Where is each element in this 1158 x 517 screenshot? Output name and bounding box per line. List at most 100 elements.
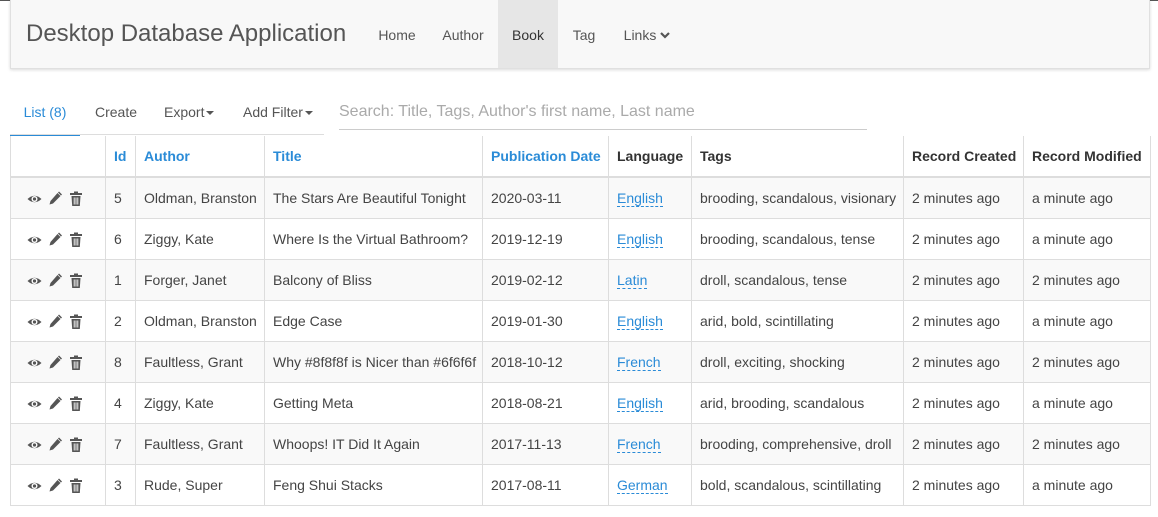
cell-id: 6 bbox=[105, 218, 136, 260]
language-link[interactable]: German bbox=[617, 477, 668, 494]
table-row: 1 Forger, Janet Balcony of Bliss 2019-02… bbox=[10, 259, 1151, 301]
pencil-icon[interactable] bbox=[48, 273, 65, 289]
language-link[interactable]: French bbox=[617, 436, 661, 453]
pencil-icon[interactable] bbox=[48, 232, 65, 248]
pencil-icon[interactable] bbox=[48, 191, 65, 207]
cell-title: Whoops! IT Did It Again bbox=[264, 423, 483, 465]
eye-icon[interactable] bbox=[27, 355, 44, 371]
caret-down-icon bbox=[206, 111, 215, 115]
trash-icon[interactable] bbox=[69, 478, 86, 494]
cell-language: English bbox=[608, 382, 692, 424]
cell-record-modified: 2 minutes ago bbox=[1023, 341, 1151, 383]
tab-list[interactable]: List (8) bbox=[10, 96, 80, 136]
cell-publication-date: 2019-02-12 bbox=[482, 259, 609, 301]
pencil-icon[interactable] bbox=[48, 437, 65, 453]
pencil-icon[interactable] bbox=[48, 396, 65, 412]
language-link[interactable]: English bbox=[617, 395, 663, 412]
tab-create[interactable]: Create bbox=[95, 96, 137, 134]
books-table: Id Author Title Publication Date Languag… bbox=[10, 136, 1151, 506]
table-row: 6 Ziggy, Kate Where Is the Virtual Bathr… bbox=[10, 218, 1151, 260]
cell-tags: droll, scandalous, tense bbox=[691, 259, 904, 301]
table-row: 8 Faultless, Grant Why #8f8f8f is Nicer … bbox=[10, 341, 1151, 383]
language-link[interactable]: Latin bbox=[617, 272, 648, 289]
eye-icon[interactable] bbox=[27, 478, 44, 494]
cell-tags: arid, bold, scintillating bbox=[691, 300, 904, 342]
cell-publication-date: 2019-12-19 bbox=[482, 218, 609, 260]
cell-tags: brooding, scandalous, visionary bbox=[691, 176, 904, 219]
pencil-icon[interactable] bbox=[48, 478, 65, 494]
nav-links-dropdown[interactable]: Links bbox=[612, 0, 682, 68]
nav-links-label: Links bbox=[623, 27, 657, 43]
actions-column-header bbox=[10, 136, 106, 178]
app-title[interactable]: Desktop Database Application bbox=[26, 20, 346, 48]
trash-icon[interactable] bbox=[69, 355, 86, 371]
language-link[interactable]: English bbox=[617, 313, 663, 330]
tab-add-filter-label: Add Filter bbox=[243, 104, 303, 120]
trash-icon[interactable] bbox=[69, 232, 86, 248]
nav-book[interactable]: Book bbox=[498, 0, 558, 68]
nav-home[interactable]: Home bbox=[365, 0, 429, 68]
cell-publication-date: 2017-11-13 bbox=[482, 423, 609, 465]
cell-publication-date: 2017-08-11 bbox=[482, 464, 609, 506]
cell-record-created: 2 minutes ago bbox=[903, 464, 1024, 506]
tab-add-filter-dropdown[interactable]: Add Filter bbox=[243, 96, 313, 134]
language-link[interactable]: English bbox=[617, 231, 663, 248]
cell-title: Balcony of Bliss bbox=[264, 259, 483, 301]
cell-title: Why #8f8f8f is Nicer than #6f6f6f bbox=[264, 341, 483, 383]
pencil-icon[interactable] bbox=[48, 355, 65, 371]
table-row: 4 Ziggy, Kate Getting Meta 2018-08-21 En… bbox=[10, 382, 1151, 424]
cell-title: Feng Shui Stacks bbox=[264, 464, 483, 506]
trash-icon[interactable] bbox=[69, 191, 86, 207]
eye-icon[interactable] bbox=[27, 232, 44, 248]
table-row: 2 Oldman, Branston Edge Case 2019-01-30 … bbox=[10, 300, 1151, 342]
navbar: Desktop Database Application Home Author… bbox=[10, 0, 1150, 69]
cell-language: English bbox=[608, 300, 692, 342]
column-header-id[interactable]: Id bbox=[105, 136, 136, 178]
nav-tag[interactable]: Tag bbox=[560, 0, 608, 68]
table-row: 5 Oldman, Branston The Stars Are Beautif… bbox=[10, 176, 1151, 219]
trash-icon[interactable] bbox=[69, 314, 86, 330]
eye-icon[interactable] bbox=[27, 273, 44, 289]
cell-author: Faultless, Grant bbox=[135, 341, 265, 383]
row-actions bbox=[10, 341, 106, 383]
cell-title: The Stars Are Beautiful Tonight bbox=[264, 176, 483, 219]
cell-language: German bbox=[608, 464, 692, 506]
cell-author: Ziggy, Kate bbox=[135, 218, 265, 260]
language-link[interactable]: English bbox=[617, 190, 663, 207]
cell-id: 3 bbox=[105, 464, 136, 506]
cell-language: Latin bbox=[608, 259, 692, 301]
eye-icon[interactable] bbox=[27, 314, 44, 330]
cell-id: 2 bbox=[105, 300, 136, 342]
column-header-tags: Tags bbox=[691, 136, 904, 178]
row-actions bbox=[10, 259, 106, 301]
trash-icon[interactable] bbox=[69, 437, 86, 453]
tab-export-label: Export bbox=[164, 104, 205, 120]
pencil-icon[interactable] bbox=[48, 314, 65, 330]
eye-icon[interactable] bbox=[27, 396, 44, 412]
column-header-title[interactable]: Title bbox=[264, 136, 483, 178]
cell-record-modified: 2 minutes ago bbox=[1023, 423, 1151, 465]
row-actions bbox=[10, 300, 106, 342]
cell-author: Ziggy, Kate bbox=[135, 382, 265, 424]
trash-icon[interactable] bbox=[69, 273, 86, 289]
cell-record-created: 2 minutes ago bbox=[903, 218, 1024, 260]
column-header-author[interactable]: Author bbox=[135, 136, 265, 178]
tab-export-dropdown[interactable]: Export bbox=[164, 96, 215, 134]
cell-title: Getting Meta bbox=[264, 382, 483, 424]
cell-author: Oldman, Branston bbox=[135, 176, 265, 219]
cell-author: Rude, Super bbox=[135, 464, 265, 506]
cell-id: 1 bbox=[105, 259, 136, 301]
column-header-language: Language bbox=[608, 136, 692, 178]
nav-author[interactable]: Author bbox=[430, 0, 496, 68]
eye-icon[interactable] bbox=[27, 191, 44, 207]
eye-icon[interactable] bbox=[27, 437, 44, 453]
cell-record-modified: a minute ago bbox=[1023, 382, 1151, 424]
row-actions bbox=[10, 218, 106, 260]
cell-record-created: 2 minutes ago bbox=[903, 176, 1024, 219]
column-header-publication-date[interactable]: Publication Date bbox=[482, 136, 609, 178]
language-link[interactable]: French bbox=[617, 354, 661, 371]
row-actions bbox=[10, 382, 106, 424]
search-input[interactable] bbox=[339, 95, 867, 130]
trash-icon[interactable] bbox=[69, 396, 86, 412]
cell-record-modified: a minute ago bbox=[1023, 218, 1151, 260]
